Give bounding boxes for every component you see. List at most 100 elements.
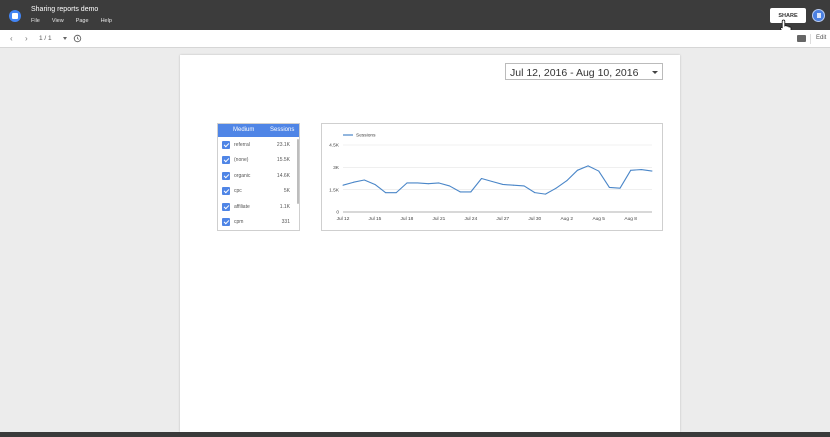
data-point bbox=[651, 170, 653, 172]
row-medium: organic bbox=[234, 173, 251, 179]
data-studio-logo-icon[interactable] bbox=[9, 10, 21, 22]
table-scrollbar[interactable] bbox=[297, 139, 299, 204]
next-page-button[interactable]: › bbox=[25, 33, 28, 45]
menu-page[interactable]: Page bbox=[76, 18, 89, 24]
report-title[interactable]: Sharing reports demo bbox=[31, 6, 98, 13]
data-point bbox=[417, 182, 419, 184]
data-point bbox=[395, 192, 397, 194]
report-page bbox=[180, 55, 680, 432]
data-point bbox=[438, 182, 440, 184]
x-tick-label: Jul 27 bbox=[496, 216, 509, 222]
comment-icon[interactable] bbox=[797, 35, 806, 42]
account-avatar[interactable] bbox=[812, 9, 825, 22]
data-point bbox=[406, 182, 408, 184]
row-sessions: 5K bbox=[283, 188, 290, 194]
chart-canvas: 0 1.5K 3K 4.5K Jul 12 Jul 15 Jul 18 Jul 21 Jul 2… bbox=[329, 133, 653, 222]
data-point bbox=[491, 180, 493, 182]
app-window: Sharing reports demo File View Page Help… bbox=[0, 0, 830, 437]
data-point bbox=[385, 192, 387, 194]
checkbox-checked-icon[interactable] bbox=[222, 141, 230, 149]
menu-file[interactable]: File bbox=[31, 18, 40, 24]
date-range-text: Jul 12, 2016 - Aug 10, 2016 bbox=[510, 67, 639, 79]
table-row[interactable]: affiliate 1.1K bbox=[218, 201, 296, 214]
x-tick-label: Jul 18 bbox=[401, 216, 414, 222]
data-point bbox=[342, 184, 344, 186]
page-indicator: 1 / 1 bbox=[39, 35, 52, 42]
row-sessions: 331 bbox=[281, 219, 290, 225]
report-canvas bbox=[0, 48, 830, 437]
checkbox-checked-icon[interactable] bbox=[222, 172, 230, 180]
table-row[interactable]: cpm 331 bbox=[218, 216, 296, 229]
data-point bbox=[544, 193, 546, 195]
menu-help[interactable]: Help bbox=[101, 18, 112, 24]
checkbox-checked-icon[interactable] bbox=[222, 187, 230, 195]
medium-sessions-table: Medium Sessions referral 23.1K (none) 15… bbox=[217, 123, 300, 231]
checkbox-checked-icon[interactable] bbox=[222, 156, 230, 164]
data-point bbox=[459, 191, 461, 193]
legend-label: Sessions bbox=[356, 133, 376, 139]
table-row[interactable]: (none) 15.5K bbox=[218, 154, 296, 167]
x-tick-label: Jul 24 bbox=[464, 216, 477, 222]
checkbox-checked-icon[interactable] bbox=[222, 203, 230, 211]
data-point bbox=[555, 187, 557, 189]
x-tick-label: Aug 8 bbox=[624, 216, 637, 222]
table-row[interactable]: cpc 5K bbox=[218, 185, 296, 198]
menu-bar: File View Page Help bbox=[31, 18, 112, 24]
bottom-bar bbox=[0, 432, 830, 437]
x-tick-label: Jul 12 bbox=[337, 216, 350, 222]
x-tick-label: Jul 30 bbox=[528, 216, 541, 222]
page-dropdown-icon[interactable] bbox=[63, 37, 67, 40]
data-point bbox=[427, 183, 429, 185]
data-point bbox=[353, 181, 355, 183]
data-point bbox=[470, 191, 472, 193]
table-row[interactable]: referral 23.1K bbox=[218, 139, 296, 152]
data-point bbox=[374, 183, 376, 185]
data-point bbox=[608, 186, 610, 188]
sessions-time-series-chart[interactable]: 0 1.5K 3K 4.5K Jul 12 Jul 15 Jul 18 Jul 21 Jul 2… bbox=[321, 123, 663, 231]
x-tick-label: Aug 5 bbox=[592, 216, 605, 222]
column-header-sessions[interactable]: Sessions bbox=[270, 127, 294, 133]
row-medium: cpc bbox=[234, 188, 242, 194]
y-tick-label: 1.5K bbox=[329, 187, 340, 193]
data-point bbox=[363, 179, 365, 181]
data-point bbox=[502, 183, 504, 185]
checkbox-checked-icon[interactable] bbox=[222, 218, 230, 226]
toolbar-divider bbox=[810, 34, 811, 44]
row-sessions: 23.1K bbox=[276, 142, 290, 148]
x-tick-label: Aug 2 bbox=[560, 216, 573, 222]
row-medium: (none) bbox=[234, 157, 249, 163]
menu-view[interactable]: View bbox=[52, 18, 64, 24]
row-medium: referral bbox=[234, 142, 250, 148]
data-point bbox=[587, 165, 589, 167]
row-sessions: 15.5K bbox=[276, 157, 290, 163]
data-point bbox=[534, 192, 536, 194]
report-toolbar: ‹ › 1 / 1 Edit bbox=[0, 30, 830, 48]
data-point bbox=[512, 184, 514, 186]
dropdown-arrow-icon bbox=[652, 71, 658, 74]
x-tick-label: Jul 21 bbox=[432, 216, 445, 222]
row-medium: cpm bbox=[234, 219, 244, 225]
date-range-control[interactable]: Jul 12, 2016 - Aug 10, 2016 bbox=[505, 63, 663, 80]
data-point bbox=[598, 170, 600, 172]
history-icon[interactable] bbox=[73, 34, 82, 43]
top-bar: Sharing reports demo File View Page Help… bbox=[0, 0, 830, 35]
data-point bbox=[481, 178, 483, 179]
data-point bbox=[449, 185, 451, 187]
data-point bbox=[619, 187, 621, 189]
x-tick-label: Jul 15 bbox=[369, 216, 382, 222]
column-header-medium[interactable]: Medium bbox=[233, 127, 254, 133]
row-sessions: 1.1K bbox=[279, 204, 290, 210]
data-point bbox=[630, 169, 632, 171]
data-point bbox=[640, 169, 642, 171]
data-point bbox=[566, 180, 568, 182]
table-header: Medium Sessions bbox=[218, 124, 299, 137]
row-medium: affiliate bbox=[234, 204, 250, 210]
y-tick-label: 4.5K bbox=[329, 143, 340, 149]
edit-button[interactable]: Edit bbox=[816, 35, 826, 41]
y-tick-label: 0 bbox=[336, 210, 339, 216]
row-sessions: 14.6K bbox=[276, 173, 290, 179]
previous-page-button[interactable]: ‹ bbox=[10, 33, 13, 45]
data-point bbox=[576, 169, 578, 171]
y-tick-label: 3K bbox=[333, 165, 340, 171]
table-row[interactable]: organic 14.6K bbox=[218, 170, 296, 183]
